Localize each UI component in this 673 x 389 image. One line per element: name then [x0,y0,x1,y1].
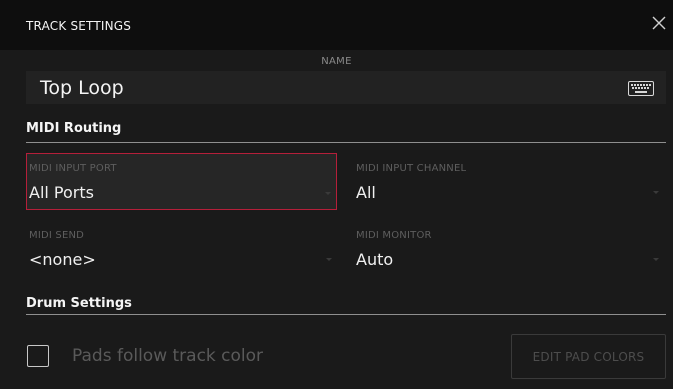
close-icon[interactable] [648,12,670,34]
drum-settings-header: Drum Settings [26,296,132,311]
section-divider [26,314,666,315]
midi-send-value: <none> [29,250,96,269]
section-divider [26,142,666,143]
track-name-value: Top Loop [40,77,124,99]
pads-follow-track-color-label[interactable]: Pads follow track color [72,346,263,366]
midi-monitor-select[interactable]: MIDI MONITOR Auto [353,220,664,277]
keyboard-icon[interactable] [628,81,654,96]
name-label: NAME [321,56,352,67]
dialog-titlebar: TRACK SETTINGS [0,0,673,50]
midi-send-label: MIDI SEND [29,230,85,241]
dialog-title: TRACK SETTINGS [26,19,132,33]
dropdown-arrow-icon [653,191,659,194]
midi-input-channel-select[interactable]: MIDI INPUT CHANNEL All [353,153,664,210]
midi-input-port-label: MIDI INPUT PORT [29,163,117,174]
track-name-field[interactable]: Top Loop [26,71,666,104]
edit-pad-colors-button[interactable]: EDIT PAD COLORS [511,334,666,379]
dropdown-arrow-icon [325,192,331,195]
midi-input-port-value: All Ports [29,183,94,202]
midi-monitor-label: MIDI MONITOR [356,230,432,241]
dropdown-arrow-icon [326,258,332,261]
midi-input-channel-value: All [356,183,376,202]
midi-input-channel-label: MIDI INPUT CHANNEL [356,163,467,174]
midi-monitor-value: Auto [356,250,394,269]
pads-follow-track-color-checkbox[interactable] [27,345,49,367]
midi-input-port-select[interactable]: MIDI INPUT PORT All Ports [26,153,337,210]
dropdown-arrow-icon [653,258,659,261]
midi-routing-header: MIDI Routing [26,121,122,136]
midi-send-select[interactable]: MIDI SEND <none> [26,220,337,277]
